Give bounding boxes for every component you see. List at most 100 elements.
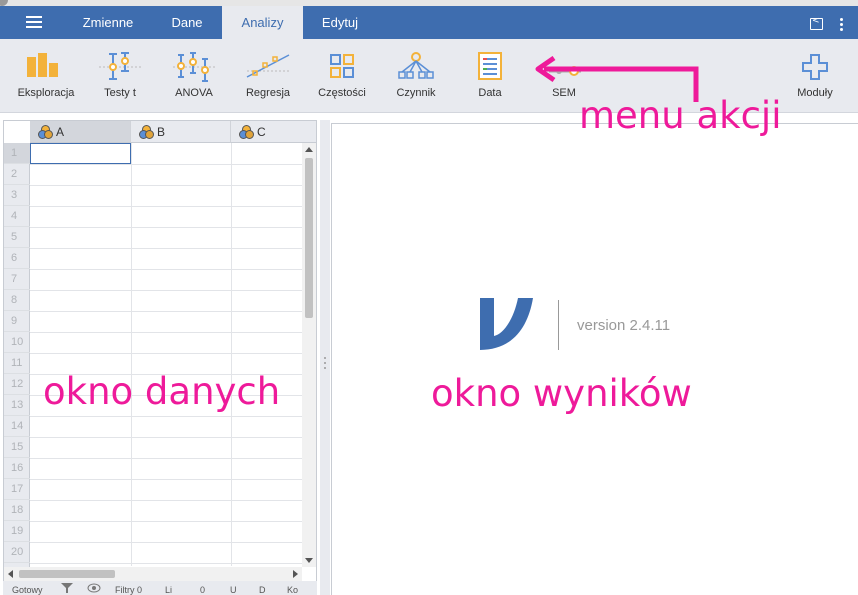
column-header-b[interactable]: B bbox=[131, 121, 231, 143]
scroll-left-icon[interactable] bbox=[8, 570, 13, 578]
tab-dane[interactable]: Dane bbox=[152, 6, 222, 39]
scroll-right-icon[interactable] bbox=[293, 570, 298, 578]
nominal-variable-icon bbox=[139, 125, 155, 139]
grid-row-line bbox=[30, 332, 302, 333]
row-number[interactable]: 15 bbox=[4, 437, 30, 458]
row-number[interactable]: 1 bbox=[4, 143, 30, 164]
tab-edytuj[interactable]: Edytuj bbox=[303, 6, 377, 39]
grid-row-line bbox=[30, 269, 302, 270]
row-number[interactable]: 17 bbox=[4, 479, 30, 500]
column-name: C bbox=[257, 125, 266, 139]
status-count: Ko bbox=[287, 585, 299, 595]
row-number[interactable]: 16 bbox=[4, 458, 30, 479]
status-count: 0 bbox=[200, 585, 206, 595]
ribbon-label: ANOVA bbox=[175, 87, 213, 99]
horizontal-scrollbar[interactable] bbox=[4, 567, 302, 581]
ribbon-label: Data bbox=[478, 87, 502, 99]
grid-row-line bbox=[30, 563, 302, 564]
vertical-scroll-thumb[interactable] bbox=[305, 158, 313, 318]
ribbon-anova-button[interactable]: ANOVA bbox=[154, 39, 234, 113]
title-bar: Zmienne Dane Analizy Edytuj bbox=[0, 6, 858, 39]
ribbon-regresja-button[interactable]: Regresja bbox=[228, 39, 308, 113]
eye-icon[interactable] bbox=[87, 583, 101, 595]
row-number[interactable]: 18 bbox=[4, 500, 30, 521]
grid-row-line bbox=[30, 290, 302, 291]
ribbon-label: Regresja bbox=[245, 87, 291, 99]
ribbon-eksploracja-button[interactable]: Eksploracja bbox=[6, 39, 86, 113]
row-number[interactable]: 7 bbox=[4, 269, 30, 290]
row-number[interactable]: 3 bbox=[4, 185, 30, 206]
grid-row-line bbox=[30, 227, 302, 228]
more-options-icon[interactable] bbox=[840, 18, 844, 32]
ribbon-czynnik-button[interactable]: Czynnik bbox=[376, 39, 456, 113]
grid-row-line bbox=[30, 185, 302, 186]
horizontal-scroll-thumb[interactable] bbox=[19, 570, 115, 578]
row-number-column: 1 2 3 4 5 6 7 8 9 10 11 12 13 14 15 16 17 18 19 20 bbox=[4, 143, 30, 594]
nominal-variable-icon bbox=[38, 125, 54, 139]
row-number[interactable]: 12 bbox=[4, 374, 30, 395]
status-count: Li bbox=[165, 585, 173, 595]
grid-row-line bbox=[30, 542, 302, 543]
pane-splitter[interactable] bbox=[320, 120, 330, 595]
grid-row-line bbox=[30, 164, 302, 165]
collapse-panel-icon[interactable] bbox=[810, 16, 823, 30]
annotation-menu: menu akcji bbox=[579, 94, 782, 137]
ribbon-label: Testy t bbox=[104, 87, 136, 99]
status-filters: Filtry 0 bbox=[115, 585, 142, 595]
status-count: U bbox=[230, 585, 237, 595]
row-number[interactable]: 6 bbox=[4, 248, 30, 269]
status-bar: Gotowy Filtry 0 Li 0 U D Ko bbox=[3, 581, 317, 595]
ribbon-data-button[interactable]: Data bbox=[450, 39, 530, 113]
ribbon-moduly-button[interactable]: Moduły bbox=[775, 39, 855, 113]
grid-divider bbox=[131, 143, 132, 566]
row-number[interactable]: 4 bbox=[4, 206, 30, 227]
ribbon-label: Eksploracja bbox=[17, 87, 75, 99]
row-number[interactable]: 2 bbox=[4, 164, 30, 185]
jamovi-logo-icon bbox=[480, 298, 533, 350]
column-name: B bbox=[157, 125, 166, 139]
row-number[interactable]: 9 bbox=[4, 311, 30, 332]
grid-row-line bbox=[30, 353, 302, 354]
vertical-scrollbar[interactable] bbox=[302, 143, 316, 567]
column-header-a[interactable]: A bbox=[30, 121, 131, 143]
column-name: A bbox=[56, 125, 65, 139]
row-number[interactable]: 19 bbox=[4, 521, 30, 542]
grid-row-line bbox=[30, 206, 302, 207]
scroll-up-icon[interactable] bbox=[305, 147, 313, 152]
row-number[interactable]: 14 bbox=[4, 416, 30, 437]
row-number[interactable]: 10 bbox=[4, 332, 30, 353]
row-number[interactable]: 20 bbox=[4, 542, 30, 563]
status-ready: Gotowy bbox=[12, 585, 43, 595]
row-number[interactable]: 11 bbox=[4, 353, 30, 374]
frequencies-icon bbox=[330, 54, 354, 78]
grid-row-line bbox=[30, 479, 302, 480]
row-number[interactable]: 8 bbox=[4, 290, 30, 311]
grid-row-line bbox=[30, 311, 302, 312]
ribbon-czestosci-button[interactable]: Częstości bbox=[302, 39, 382, 113]
ribbon-testy-t-button[interactable]: Testy t bbox=[80, 39, 160, 113]
column-header-c[interactable]: C bbox=[231, 121, 316, 143]
hamburger-menu-icon[interactable] bbox=[26, 16, 42, 29]
regression-icon bbox=[246, 54, 290, 78]
version-label: version 2.4.11 bbox=[577, 317, 671, 334]
grid-row-line bbox=[30, 416, 302, 417]
tab-analizy[interactable]: Analizy bbox=[222, 6, 303, 39]
t-test-icon bbox=[99, 52, 141, 80]
bar-chart-icon bbox=[27, 53, 58, 77]
tab-zmienne[interactable]: Zmienne bbox=[64, 6, 152, 39]
row-number[interactable]: 13 bbox=[4, 395, 30, 416]
grid-divider bbox=[231, 143, 232, 566]
grid-row-line bbox=[30, 248, 302, 249]
annotation-data-window: okno danych bbox=[43, 370, 281, 413]
row-number[interactable]: 5 bbox=[4, 227, 30, 248]
anova-icon bbox=[173, 52, 215, 82]
filter-icon[interactable] bbox=[61, 583, 73, 595]
data-icon bbox=[478, 52, 502, 80]
factor-icon bbox=[398, 52, 434, 79]
status-count: D bbox=[259, 585, 266, 595]
results-window: version 2.4.11 bbox=[331, 123, 858, 595]
annotation-results-window: okno wyników bbox=[431, 372, 692, 415]
scroll-down-icon[interactable] bbox=[305, 558, 313, 563]
grid-row-line bbox=[30, 521, 302, 522]
selected-cell[interactable] bbox=[30, 143, 131, 164]
